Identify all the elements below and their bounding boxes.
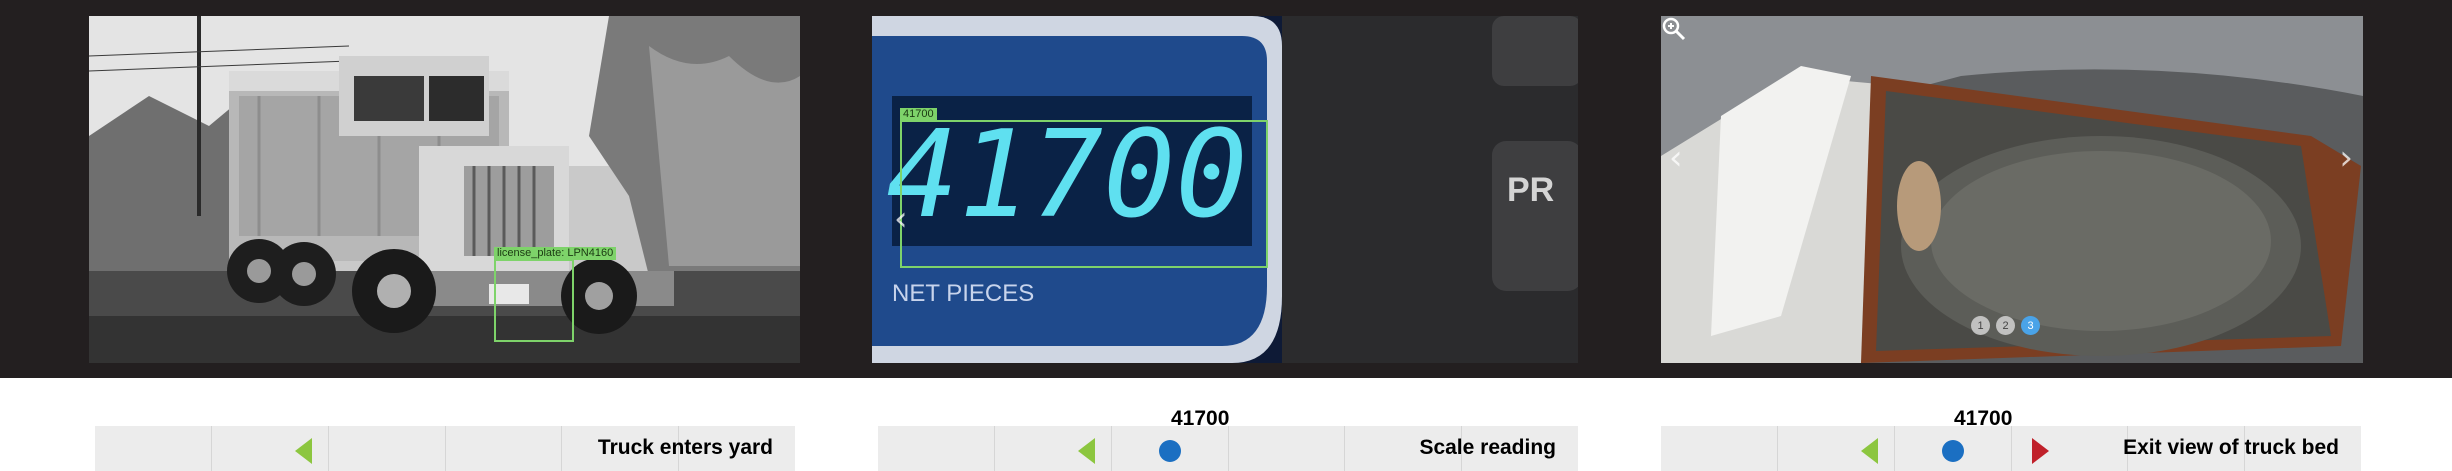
scale-reading-detection-box: 41700 xyxy=(900,108,1268,268)
zoom-icon[interactable] xyxy=(1661,16,1687,42)
timeline-label: Truck enters yard xyxy=(597,436,773,459)
truck-bed-photo xyxy=(1661,16,2363,363)
timeline-tick xyxy=(1777,426,1778,471)
timeline-tick xyxy=(1344,426,1345,471)
chevron-right-icon[interactable]: › xyxy=(2339,141,2353,175)
timeline-label: Scale reading xyxy=(1419,436,1556,459)
timeline-bar-scale[interactable]: Scale reading xyxy=(878,426,1578,471)
scale-caption: NET PIECES xyxy=(892,280,1034,307)
carousel-dot[interactable]: 1 xyxy=(1971,316,1990,335)
timeline-tick xyxy=(994,426,995,471)
blue-dot-marker[interactable] xyxy=(1942,440,1964,462)
green-left-triangle-icon[interactable] xyxy=(1078,438,1095,464)
timeline-tick xyxy=(1228,426,1229,471)
chevron-left-icon[interactable]: ‹ xyxy=(1669,141,1683,175)
truck-entry-image[interactable]: license_plate: LPN4160 xyxy=(89,16,800,363)
timeline-tick xyxy=(445,426,446,471)
timeline-tick xyxy=(2011,426,2012,471)
blue-dot-marker[interactable] xyxy=(1159,440,1181,462)
timeline-tick xyxy=(1111,426,1112,471)
scale-button-label: PR xyxy=(1507,171,1554,209)
license-plate-detection-box: license_plate: LPN4160 xyxy=(494,247,617,342)
carousel-dot[interactable]: 2 xyxy=(1996,316,2015,335)
timeline-bar-exit[interactable]: Exit view of truck bed xyxy=(1661,426,2361,471)
carousel-dot-active[interactable]: 3 xyxy=(2021,316,2040,335)
red-right-triangle-icon[interactable] xyxy=(2032,438,2049,464)
chevron-left-icon[interactable]: ‹ xyxy=(894,202,908,236)
timeline-tick xyxy=(328,426,329,471)
detection-label: license_plate: LPN4160 xyxy=(494,247,617,260)
timeline-tick xyxy=(1894,426,1895,471)
timeline-bar-truck-entry[interactable]: Truck enters yard xyxy=(95,426,795,471)
carousel-pagination: 1 2 3 xyxy=(1971,316,2040,335)
truck-bed-image[interactable]: ‹ › 1 2 3 xyxy=(1661,16,2363,363)
scale-reading-image[interactable]: 41700 NET PIECES PR 41700 ‹ xyxy=(872,16,1578,363)
timeline-label: Exit view of truck bed xyxy=(2123,436,2339,459)
timeline-tick xyxy=(211,426,212,471)
green-left-triangle-icon[interactable] xyxy=(295,438,312,464)
truck-photo xyxy=(89,16,800,363)
timeline-tick xyxy=(561,426,562,471)
detection-label: 41700 xyxy=(900,108,937,121)
green-left-triangle-icon[interactable] xyxy=(1861,438,1878,464)
